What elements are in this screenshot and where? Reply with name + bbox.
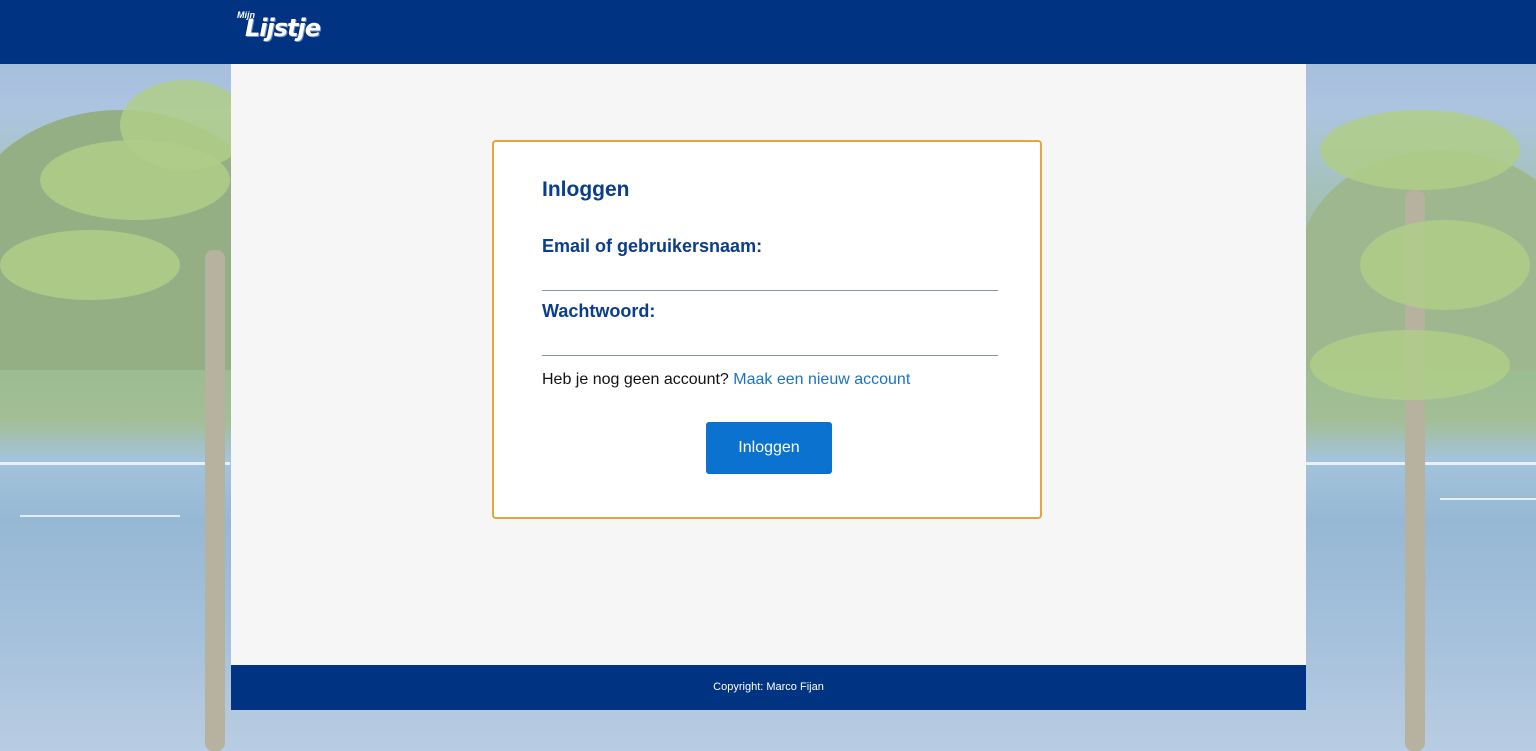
signup-prompt-text: Heb je nog geen account?	[542, 371, 729, 388]
top-navbar: Mijn Lijstje	[0, 0, 1536, 64]
login-title: Inloggen	[542, 178, 630, 201]
footer: Copyright: Marco Fijan	[231, 665, 1306, 710]
password-label: Wachtwoord:	[542, 301, 656, 321]
login-card: Inloggen Email of gebruikersnaam: Wachtw…	[492, 140, 1042, 519]
create-account-link[interactable]: Maak een nieuw account	[733, 371, 910, 388]
copyright-text: Copyright: Marco Fijan	[713, 681, 824, 693]
login-button[interactable]: Inloggen	[706, 422, 832, 474]
main-content: Inloggen Email of gebruikersnaam: Wachtw…	[231, 64, 1306, 665]
signup-prompt-line: Heb je nog geen account? Maak een nieuw …	[542, 371, 910, 389]
logo-main-text: Lijstje	[245, 14, 321, 42]
site-logo[interactable]: Mijn Lijstje	[237, 10, 321, 48]
email-field[interactable]	[542, 264, 998, 291]
password-field[interactable]	[542, 329, 998, 356]
email-label: Email of gebruikersnaam:	[542, 236, 763, 256]
